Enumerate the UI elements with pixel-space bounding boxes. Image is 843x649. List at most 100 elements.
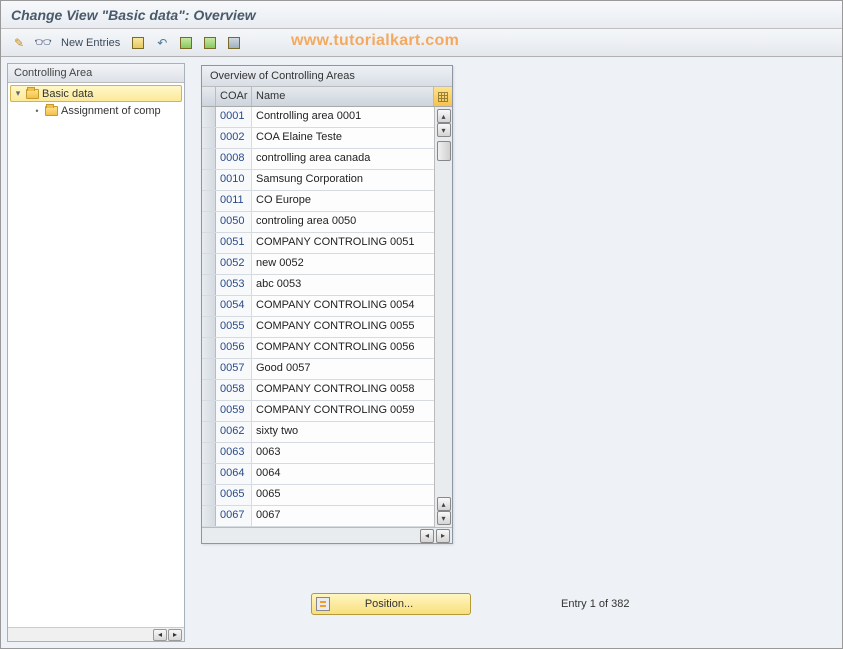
table-row[interactable]: 0055COMPANY CONTROLING 0055: [202, 317, 434, 338]
change-icon[interactable]: ✎: [9, 33, 29, 53]
table-row[interactable]: 0011CO Europe: [202, 191, 434, 212]
position-button[interactable]: Position...: [311, 593, 471, 615]
cell-coar[interactable]: 0065: [216, 485, 252, 505]
cell-name[interactable]: Good 0057: [252, 359, 434, 379]
cell-coar[interactable]: 0002: [216, 128, 252, 148]
vertical-scrollbar[interactable]: ▴ ▾ ▴ ▾: [434, 107, 452, 527]
expand-icon[interactable]: ▾: [13, 88, 23, 99]
row-selector[interactable]: [202, 275, 216, 295]
table-row[interactable]: 00670067: [202, 506, 434, 527]
table-row[interactable]: 00640064: [202, 464, 434, 485]
table-row[interactable]: 0059COMPANY CONTROLING 0059: [202, 401, 434, 422]
row-selector[interactable]: [202, 422, 216, 442]
row-selector[interactable]: [202, 380, 216, 400]
scroll-thumb[interactable]: [437, 141, 451, 161]
tree-node-basic-data[interactable]: ▾ Basic data: [10, 85, 182, 102]
cell-name[interactable]: COMPANY CONTROLING 0055: [252, 317, 434, 337]
cell-coar[interactable]: 0056: [216, 338, 252, 358]
scroll-left-icon[interactable]: ◂: [153, 629, 167, 641]
table-row[interactable]: 0057Good 0057: [202, 359, 434, 380]
row-selector[interactable]: [202, 212, 216, 232]
cell-coar[interactable]: 0059: [216, 401, 252, 421]
col-header-coar[interactable]: COAr: [216, 87, 252, 106]
row-selector[interactable]: [202, 296, 216, 316]
cell-name[interactable]: COMPANY CONTROLING 0059: [252, 401, 434, 421]
table-row[interactable]: 0001Controlling area 0001: [202, 107, 434, 128]
row-selector[interactable]: [202, 191, 216, 211]
cell-coar[interactable]: 0050: [216, 212, 252, 232]
table-row[interactable]: 0002COA Elaine Teste: [202, 128, 434, 149]
row-selector[interactable]: [202, 464, 216, 484]
cell-coar[interactable]: 0062: [216, 422, 252, 442]
row-selector[interactable]: [202, 149, 216, 169]
cell-name[interactable]: 0063: [252, 443, 434, 463]
table-row[interactable]: 0008controlling area canada: [202, 149, 434, 170]
col-header-name[interactable]: Name: [252, 87, 434, 106]
table-row[interactable]: 0050controling area 0050: [202, 212, 434, 233]
scroll-up-icon[interactable]: ▴: [437, 497, 451, 511]
display-icon[interactable]: 👓︎: [33, 33, 53, 53]
table-row[interactable]: 0054COMPANY CONTROLING 0054: [202, 296, 434, 317]
row-selector[interactable]: [202, 233, 216, 253]
row-selector[interactable]: [202, 506, 216, 526]
table-row[interactable]: 0052new 0052: [202, 254, 434, 275]
scroll-down-icon[interactable]: ▾: [437, 511, 451, 525]
table-row[interactable]: 0062sixty two: [202, 422, 434, 443]
cell-name[interactable]: controlling area canada: [252, 149, 434, 169]
row-selector[interactable]: [202, 128, 216, 148]
cell-coar[interactable]: 0055: [216, 317, 252, 337]
row-selector[interactable]: [202, 401, 216, 421]
table-row[interactable]: 00650065: [202, 485, 434, 506]
table-row[interactable]: 0053abc 0053: [202, 275, 434, 296]
tree-node-assignment[interactable]: • Assignment of comp: [8, 102, 184, 119]
scroll-right-icon[interactable]: ▸: [436, 529, 450, 543]
cell-coar[interactable]: 0054: [216, 296, 252, 316]
cell-name[interactable]: abc 0053: [252, 275, 434, 295]
scroll-up-icon[interactable]: ▴: [437, 109, 451, 123]
cell-coar[interactable]: 0064: [216, 464, 252, 484]
cell-name[interactable]: 0064: [252, 464, 434, 484]
cell-name[interactable]: CO Europe: [252, 191, 434, 211]
cell-coar[interactable]: 0011: [216, 191, 252, 211]
cell-coar[interactable]: 0067: [216, 506, 252, 526]
row-selector[interactable]: [202, 485, 216, 505]
cell-name[interactable]: COA Elaine Teste: [252, 128, 434, 148]
row-selector[interactable]: [202, 443, 216, 463]
cell-coar[interactable]: 0008: [216, 149, 252, 169]
table-row[interactable]: 0056COMPANY CONTROLING 0056: [202, 338, 434, 359]
cell-name[interactable]: new 0052: [252, 254, 434, 274]
horizontal-scrollbar[interactable]: ◂ ▸: [202, 527, 452, 543]
table-row[interactable]: 0051COMPANY CONTROLING 0051: [202, 233, 434, 254]
row-selector[interactable]: [202, 338, 216, 358]
cell-coar[interactable]: 0058: [216, 380, 252, 400]
cell-coar[interactable]: 0057: [216, 359, 252, 379]
select-all-icon[interactable]: [176, 33, 196, 53]
deselect-icon[interactable]: [224, 33, 244, 53]
table-row[interactable]: 00630063: [202, 443, 434, 464]
cell-coar[interactable]: 0051: [216, 233, 252, 253]
copy-icon[interactable]: [128, 33, 148, 53]
scroll-left-icon[interactable]: ◂: [420, 529, 434, 543]
undo-icon[interactable]: ↶: [152, 33, 172, 53]
cell-name[interactable]: controling area 0050: [252, 212, 434, 232]
cell-name[interactable]: COMPANY CONTROLING 0058: [252, 380, 434, 400]
new-entries-button[interactable]: New Entries: [57, 37, 124, 49]
row-selector[interactable]: [202, 359, 216, 379]
cell-coar[interactable]: 0010: [216, 170, 252, 190]
cell-coar[interactable]: 0053: [216, 275, 252, 295]
cell-name[interactable]: 0065: [252, 485, 434, 505]
row-selector[interactable]: [202, 254, 216, 274]
row-selector[interactable]: [202, 107, 216, 127]
row-selector-header[interactable]: [202, 87, 216, 106]
cell-coar[interactable]: 0063: [216, 443, 252, 463]
cell-name[interactable]: sixty two: [252, 422, 434, 442]
cell-name[interactable]: Samsung Corporation: [252, 170, 434, 190]
cell-name[interactable]: COMPANY CONTROLING 0051: [252, 233, 434, 253]
cell-name[interactable]: 0067: [252, 506, 434, 526]
row-selector[interactable]: [202, 170, 216, 190]
cell-name[interactable]: COMPANY CONTROLING 0054: [252, 296, 434, 316]
cell-name[interactable]: COMPANY CONTROLING 0056: [252, 338, 434, 358]
row-selector[interactable]: [202, 317, 216, 337]
cell-coar[interactable]: 0001: [216, 107, 252, 127]
table-row[interactable]: 0010Samsung Corporation: [202, 170, 434, 191]
